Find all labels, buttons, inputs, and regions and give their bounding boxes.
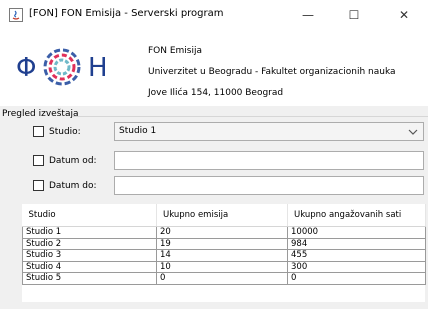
table-row[interactable]: Studio 4 10 300 — [22, 260, 426, 273]
org-address: Jove Ilića 154, 11000 Beograd — [148, 88, 284, 98]
cell-total-shows[interactable]: 10 — [156, 260, 288, 273]
column-header-total-shows[interactable]: Ukupno emisija — [156, 204, 288, 227]
cell-studio[interactable]: Studio 3 — [22, 249, 157, 262]
date-from-label: Datum od: — [49, 155, 97, 166]
report-section-title: Pregled izveštaja — [2, 109, 79, 119]
date-from-checkbox[interactable] — [33, 155, 44, 166]
close-icon: ✕ — [398, 8, 410, 22]
column-header-studio[interactable]: Studio — [22, 204, 157, 227]
cell-total-hours[interactable]: 455 — [287, 249, 426, 262]
report-table[interactable]: Studio Ukupno emisija Ukupno angažovanih… — [22, 204, 426, 285]
title-bar[interactable]: [FON] FON Emisija - Serverski program — … — [0, 0, 428, 30]
date-to-label: Datum do: — [49, 180, 97, 191]
date-to-checkbox-row[interactable]: Datum do: — [33, 180, 97, 191]
table-row[interactable]: Studio 1 20 10000 — [22, 226, 426, 239]
cell-studio[interactable]: Studio 5 — [22, 272, 157, 285]
date-from-checkbox-row[interactable]: Datum od: — [33, 155, 97, 166]
table-row[interactable]: Studio 3 14 455 — [22, 249, 426, 262]
cell-total-hours[interactable]: 984 — [287, 237, 426, 250]
studio-label: Studio: — [49, 126, 81, 137]
maximize-button[interactable]: ☐ — [334, 0, 374, 30]
date-to-input[interactable] — [114, 176, 424, 195]
cell-studio[interactable]: Studio 2 — [22, 237, 157, 250]
studio-select[interactable]: Studio 1 — [114, 122, 424, 141]
fon-logo: Φ H — [16, 48, 108, 86]
studio-checkbox[interactable] — [33, 126, 44, 137]
cell-total-shows[interactable]: 14 — [156, 249, 288, 262]
table-row[interactable]: Studio 5 0 0 — [22, 272, 426, 285]
cell-studio[interactable]: Studio 4 — [22, 260, 157, 273]
java-app-icon — [9, 8, 23, 22]
table-header-row: Studio Ukupno emisija Ukupno angažovanih… — [22, 204, 426, 227]
chevron-down-icon — [408, 129, 418, 135]
studio-select-value: Studio 1 — [119, 126, 157, 136]
logo-h-letter: H — [88, 53, 108, 83]
date-to-checkbox[interactable] — [33, 180, 44, 191]
minimize-button[interactable]: — — [288, 0, 328, 30]
logo-phi-letter: Φ — [16, 53, 36, 83]
maximize-icon: ☐ — [348, 8, 360, 22]
organization-header: Φ H FON Emisija Univerzitet u Beogradu -… — [0, 30, 428, 106]
section-divider — [73, 116, 428, 117]
cell-total-shows[interactable]: 20 — [156, 226, 288, 239]
cell-total-shows[interactable]: 19 — [156, 237, 288, 250]
studio-checkbox-row[interactable]: Studio: — [33, 126, 81, 137]
org-name: FON Emisija — [148, 46, 203, 56]
minimize-icon: — — [302, 8, 314, 22]
date-from-input[interactable] — [114, 151, 424, 170]
report-table-container[interactable]: Studio Ukupno emisija Ukupno angažovanih… — [22, 204, 426, 302]
cell-total-hours[interactable]: 0 — [287, 272, 426, 285]
cell-studio[interactable]: Studio 1 — [22, 226, 157, 239]
org-university: Univerzitet u Beogradu - Fakultet organi… — [148, 67, 396, 77]
cell-total-shows[interactable]: 0 — [156, 272, 288, 285]
column-header-total-hours[interactable]: Ukupno angažovanih sati — [287, 204, 426, 227]
close-button[interactable]: ✕ — [384, 0, 424, 30]
cell-total-hours[interactable]: 300 — [287, 260, 426, 273]
window-title: [FON] FON Emisija - Serverski program — [29, 8, 224, 19]
cell-total-hours[interactable]: 10000 — [287, 226, 426, 239]
table-row[interactable]: Studio 2 19 984 — [22, 237, 426, 250]
app-window: [FON] FON Emisija - Serverski program — … — [0, 0, 428, 309]
